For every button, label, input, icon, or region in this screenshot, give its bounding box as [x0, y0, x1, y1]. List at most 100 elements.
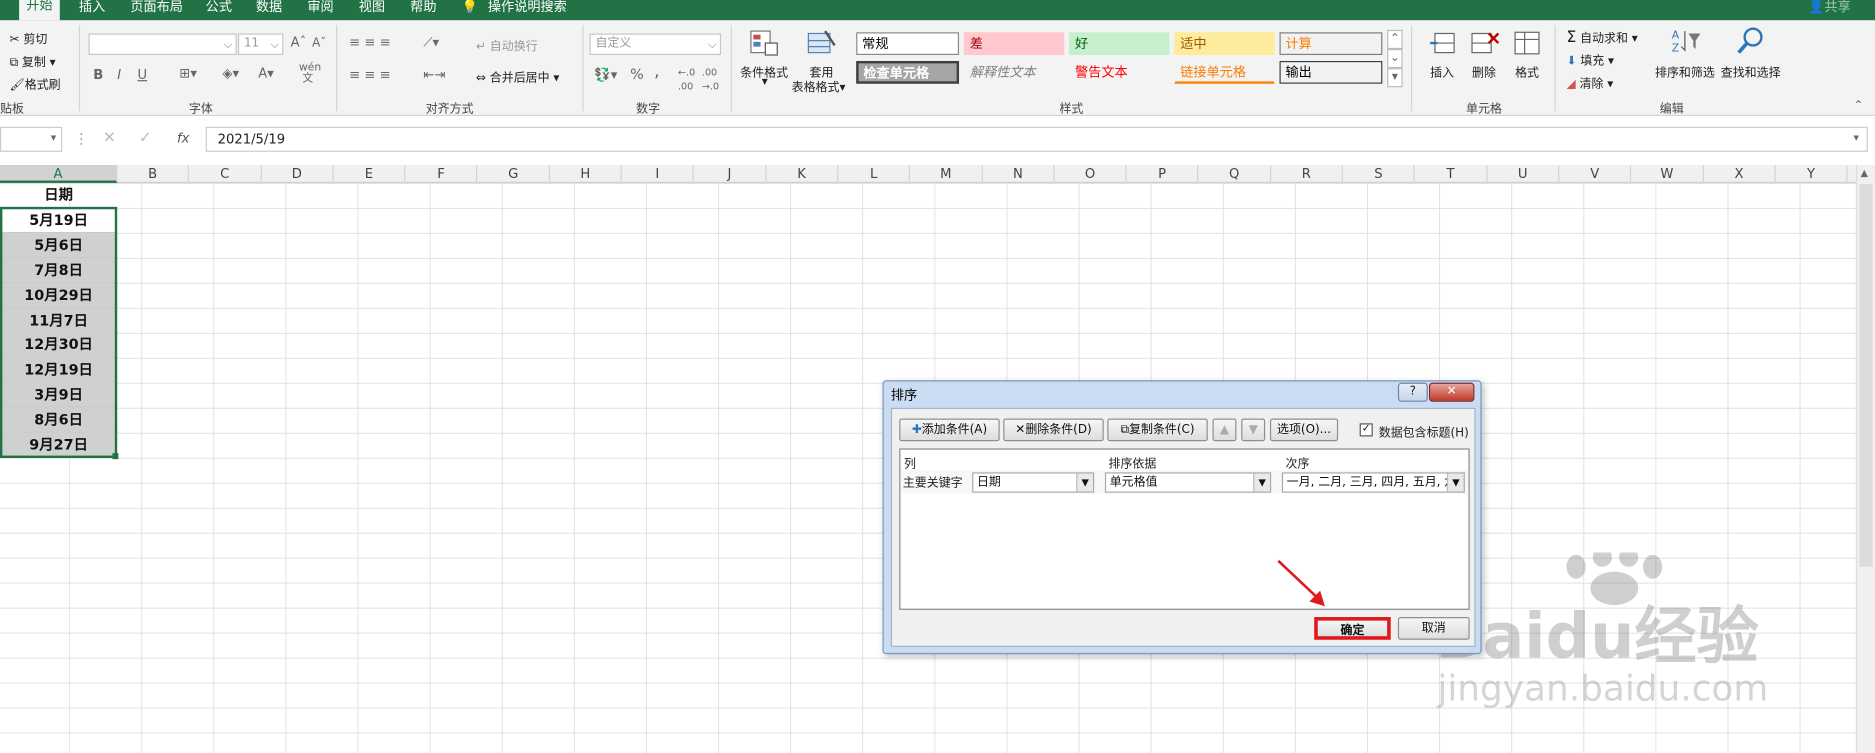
decrease-decimal-icon[interactable]: .00 →.0: [702, 66, 719, 95]
header-cell[interactable]: 日期: [0, 183, 118, 209]
column-header-b[interactable]: B: [117, 165, 190, 183]
column-header-u[interactable]: U: [1487, 165, 1560, 183]
column-header-c[interactable]: C: [189, 165, 262, 183]
style-calculation[interactable]: 计算: [1279, 32, 1383, 56]
fill-color-icon[interactable]: ◈▾: [222, 66, 239, 81]
date-cell[interactable]: 7月8日: [0, 257, 118, 284]
currency-icon[interactable]: 💱▾: [594, 68, 617, 82]
styles-more[interactable]: ▾: [1387, 68, 1403, 88]
bold-button[interactable]: B: [93, 68, 103, 82]
column-header-k[interactable]: K: [766, 165, 839, 183]
close-button[interactable]: ✕: [1428, 382, 1475, 402]
style-good[interactable]: 好: [1069, 32, 1170, 56]
move-down-button[interactable]: ▼: [1241, 418, 1266, 442]
cancel-icon[interactable]: ✕: [103, 129, 116, 147]
column-header-r[interactable]: R: [1271, 165, 1343, 183]
sort-level-row[interactable]: 主要关键字 日期 ▼ 单元格值 ▼ 一月, 二月, 三月, 四月, 五月, 六月 ▼: [900, 469, 1469, 494]
tab-review[interactable]: 审阅: [307, 0, 333, 20]
tell-me-search[interactable]: 操作说明搜索: [488, 0, 567, 20]
style-explanatory[interactable]: 解释性文本: [964, 61, 1064, 84]
sort-on-dropdown[interactable]: 单元格值 ▼: [1104, 472, 1272, 493]
column-header-d[interactable]: D: [261, 165, 334, 183]
find-select-button[interactable]: 查找和选择: [1721, 62, 1781, 80]
date-cell[interactable]: 10月29日: [0, 282, 118, 309]
has-header-checkbox[interactable]: ✓: [1359, 423, 1373, 437]
collapse-ribbon-icon[interactable]: ⌃: [1853, 99, 1863, 112]
sort-column-dropdown[interactable]: 日期 ▼: [972, 472, 1095, 493]
format-painter-button[interactable]: 🖌格式刷: [10, 74, 61, 92]
options-button[interactable]: 选项(O)...: [1269, 418, 1339, 442]
column-header-f[interactable]: F: [406, 165, 478, 183]
column-header-l[interactable]: L: [838, 165, 911, 183]
column-header-w[interactable]: W: [1631, 165, 1704, 183]
insert-function-icon[interactable]: fx: [177, 130, 189, 146]
font-color-icon[interactable]: A▾: [258, 66, 274, 81]
column-header-y[interactable]: Y: [1776, 165, 1848, 183]
format-cells-button[interactable]: 格式: [1515, 62, 1539, 80]
copy-condition-button[interactable]: ⧉复制条件(C): [1107, 418, 1208, 442]
delete-cells-button[interactable]: 删除: [1472, 62, 1496, 80]
column-header-n[interactable]: N: [982, 165, 1055, 183]
column-header-x[interactable]: X: [1704, 165, 1776, 183]
grow-font-button[interactable]: Aˆ: [291, 35, 307, 50]
style-bad[interactable]: 差: [963, 32, 1065, 56]
styles-scroll-up[interactable]: ⌃: [1387, 29, 1403, 50]
cut-button[interactable]: ✂ 剪切: [10, 29, 48, 46]
column-header-e[interactable]: E: [333, 165, 406, 183]
scroll-up-icon[interactable]: ▲: [1861, 167, 1868, 178]
move-up-button[interactable]: ▲: [1212, 418, 1237, 442]
column-header-a[interactable]: A: [0, 165, 118, 183]
tab-help[interactable]: 帮助: [410, 0, 436, 20]
fill-button[interactable]: ⬇ 填充 ▾: [1566, 50, 1614, 68]
column-header-v[interactable]: V: [1559, 165, 1632, 183]
date-cell[interactable]: 5月6日: [0, 232, 118, 259]
date-cell[interactable]: 12月19日: [0, 357, 118, 384]
insert-cells-button[interactable]: 插入: [1430, 62, 1454, 80]
shrink-font-button[interactable]: Aˇ: [312, 37, 326, 51]
date-cell[interactable]: 5月19日: [0, 207, 118, 234]
column-header-t[interactable]: T: [1415, 165, 1488, 183]
style-neutral[interactable]: 适中: [1174, 32, 1275, 56]
date-cell[interactable]: 9月27日: [0, 432, 118, 458]
merge-center-button[interactable]: ⇔ 合并后居中 ▾: [476, 67, 559, 85]
align-top-icon[interactable]: ≡ ≡ ≡: [349, 35, 390, 50]
font-name-combo[interactable]: ⌵: [88, 33, 237, 56]
style-output[interactable]: 输出: [1279, 60, 1383, 84]
style-warning[interactable]: 警告文本: [1069, 61, 1169, 84]
sort-order-dropdown[interactable]: 一月, 二月, 三月, 四月, 五月, 六月 ▼: [1281, 472, 1465, 493]
wrap-text-button[interactable]: ↵ 自动换行: [476, 36, 538, 54]
italic-button[interactable]: I: [117, 68, 121, 82]
table-format-button[interactable]: 表格格式▾: [792, 77, 846, 94]
column-header-q[interactable]: Q: [1199, 165, 1271, 183]
indent-icon[interactable]: ⇤⇥: [423, 68, 445, 82]
styles-scroll-down[interactable]: ⌄: [1387, 49, 1403, 69]
tab-data[interactable]: 数据: [256, 0, 282, 20]
date-cell[interactable]: 12月30日: [0, 332, 118, 359]
tab-insert[interactable]: 插入: [79, 0, 105, 20]
column-header-s[interactable]: S: [1343, 165, 1416, 183]
column-header-g[interactable]: G: [478, 165, 550, 183]
date-cell[interactable]: 11月7日: [0, 307, 118, 334]
orientation-icon[interactable]: ⟋▾: [423, 35, 439, 50]
autosum-button[interactable]: Σ 自动求和 ▾: [1566, 28, 1637, 47]
ok-button[interactable]: 确定: [1314, 617, 1391, 640]
column-header-i[interactable]: I: [622, 165, 695, 183]
sort-filter-button[interactable]: 排序和筛选: [1655, 62, 1715, 80]
tab-home[interactable]: 开始: [19, 0, 60, 21]
scroll-thumb[interactable]: [1859, 184, 1873, 567]
vertical-scrollbar[interactable]: ▲: [1855, 165, 1875, 753]
tab-page-layout[interactable]: 页面布局: [130, 0, 183, 20]
column-header-j[interactable]: J: [694, 165, 767, 183]
number-format-combo[interactable]: 自定义 ⌵: [589, 33, 722, 56]
name-box[interactable]: ▾: [0, 126, 63, 152]
comma-button[interactable]: ,: [654, 63, 659, 80]
tab-view[interactable]: 视图: [359, 0, 385, 20]
font-size-combo[interactable]: 11 ⌵: [237, 33, 284, 56]
check-icon[interactable]: ✓: [139, 129, 152, 147]
column-header-h[interactable]: H: [550, 165, 622, 183]
fill-handle[interactable]: [112, 453, 119, 460]
border-icon[interactable]: ⊞▾: [179, 66, 197, 81]
underline-button[interactable]: U: [138, 68, 148, 82]
column-header-p[interactable]: P: [1127, 165, 1199, 183]
cancel-button[interactable]: 取消: [1397, 617, 1470, 640]
